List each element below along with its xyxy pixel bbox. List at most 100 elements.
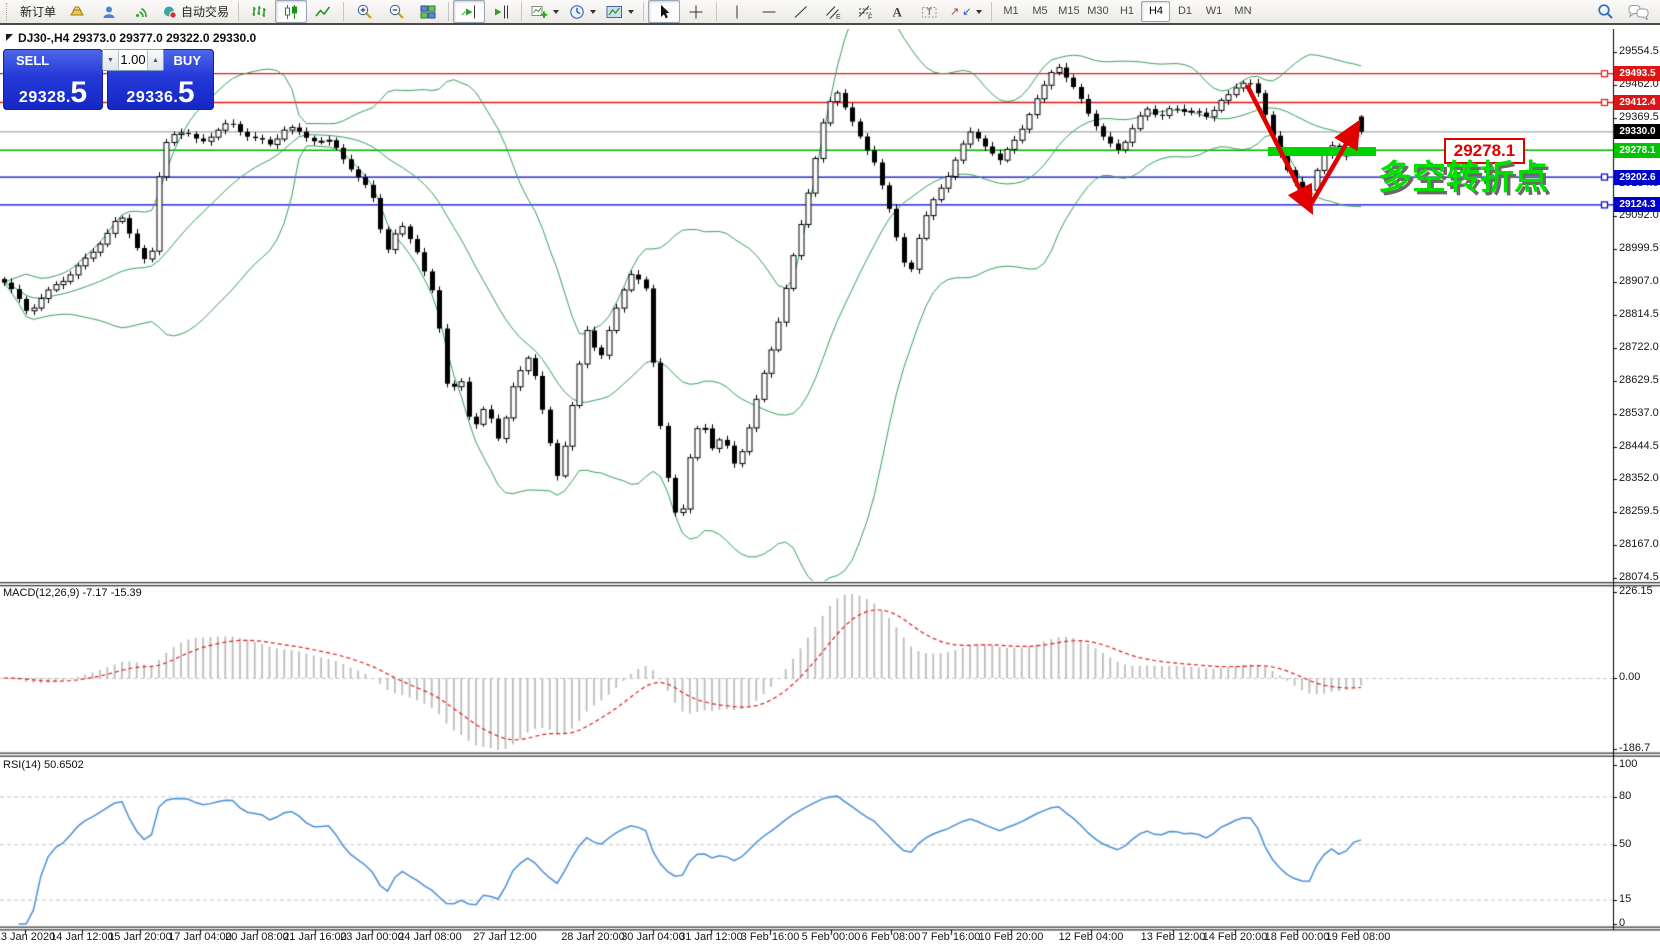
horizontal-line-tool-button[interactable] bbox=[753, 0, 785, 23]
equidistant-channel-tool-button[interactable]: E bbox=[817, 0, 849, 23]
x-axis-label: 12 Feb 04:00 bbox=[1059, 931, 1124, 943]
level-price-tag: 29278.1 bbox=[1614, 143, 1660, 158]
bar-chart-button[interactable] bbox=[243, 0, 275, 23]
macd-axis-tick: -186.7 bbox=[1619, 742, 1650, 754]
y-axis-tick: 29369.5 bbox=[1619, 111, 1659, 123]
rsi-axis-tick: 100 bbox=[1619, 758, 1637, 770]
sell-price-frac: 5 bbox=[70, 78, 87, 108]
turning-point-annotation[interactable]: 多空转折点 bbox=[1378, 150, 1548, 199]
vertical-line-tool-button[interactable] bbox=[721, 0, 753, 23]
sell-button[interactable]: SELL 29328.5 bbox=[3, 49, 103, 110]
rsi-axis-tick: 80 bbox=[1619, 790, 1631, 802]
macd-axis-tick: 226.15 bbox=[1619, 585, 1653, 597]
y-axis-tick: 28352.0 bbox=[1619, 472, 1659, 484]
timeframe-h4[interactable]: H4 bbox=[1141, 1, 1170, 22]
candlestick-chart-button[interactable] bbox=[275, 0, 307, 23]
chart-shift-button[interactable] bbox=[485, 0, 517, 23]
sell-label: SELL bbox=[16, 53, 49, 68]
arrow-down-icon: ↙ bbox=[962, 7, 971, 17]
y-axis-tick: 28722.0 bbox=[1619, 341, 1659, 353]
tile-windows-button[interactable] bbox=[412, 0, 444, 23]
x-axis-label: 21 Jan 16:00 bbox=[283, 931, 347, 943]
deposit-icon[interactable] bbox=[61, 0, 93, 23]
autotrading-label: 自动交易 bbox=[181, 3, 229, 20]
x-axis-label: 28 Jan 20:00 bbox=[561, 931, 625, 943]
timeframe-m30[interactable]: M30 bbox=[1083, 1, 1112, 22]
zoom-out-button[interactable] bbox=[380, 0, 412, 23]
new-order-button[interactable]: 新订单 bbox=[15, 0, 61, 23]
x-axis-label: 20 Jan 08:00 bbox=[225, 931, 289, 943]
indicators-button[interactable] bbox=[526, 0, 564, 23]
y-axis-tick: 28074.5 bbox=[1619, 571, 1659, 583]
crosshair-tool-button[interactable] bbox=[680, 0, 712, 23]
dropdown-arrow-icon bbox=[590, 10, 596, 14]
y-axis-tick: 28259.5 bbox=[1619, 505, 1659, 517]
y-axis-tick: 29554.5 bbox=[1619, 45, 1659, 57]
buy-price-frac: 5 bbox=[178, 78, 195, 108]
y-axis-tick: 28444.5 bbox=[1619, 440, 1659, 452]
search-icon[interactable] bbox=[1597, 3, 1614, 20]
timeframe-group: M1M5M15M30H1H4D1W1MN bbox=[996, 1, 1257, 22]
timeframe-mn[interactable]: MN bbox=[1228, 1, 1257, 22]
svg-text:A: A bbox=[893, 4, 903, 19]
x-axis-label: 31 Jan 12:00 bbox=[679, 931, 743, 943]
autotrading-button[interactable]: 自动交易 bbox=[157, 0, 234, 23]
y-axis-tick: 28907.0 bbox=[1619, 275, 1659, 287]
macd-axis-tick: 0.00 bbox=[1619, 671, 1640, 683]
main-toolbar: 新订单 自动交易 bbox=[0, 0, 1660, 25]
down-arrow-line bbox=[1247, 85, 1309, 207]
rsi-axis-tick: 15 bbox=[1619, 893, 1631, 905]
y-axis-tick: 28537.0 bbox=[1619, 407, 1659, 419]
text-label-tool-button[interactable]: T bbox=[913, 0, 945, 23]
timeframe-m1[interactable]: M1 bbox=[996, 1, 1025, 22]
x-axis-label: 30 Jan 04:00 bbox=[621, 931, 685, 943]
templates-button[interactable] bbox=[601, 0, 639, 23]
fibonacci-tool-button[interactable]: F bbox=[849, 0, 881, 23]
x-axis-label: 17 Jan 04:00 bbox=[168, 931, 232, 943]
timeframe-w1[interactable]: W1 bbox=[1199, 1, 1228, 22]
timeframe-d1[interactable]: D1 bbox=[1170, 1, 1199, 22]
line-chart-button[interactable] bbox=[307, 0, 339, 23]
new-order-label: 新订单 bbox=[20, 3, 56, 20]
dropdown-arrow-icon bbox=[628, 10, 634, 14]
timeframe-h1[interactable]: H1 bbox=[1112, 1, 1141, 22]
community-icon[interactable] bbox=[93, 0, 125, 23]
volume-increase-button[interactable]: ▲ bbox=[147, 50, 163, 70]
volume-value: 1.00 bbox=[119, 50, 147, 70]
signals-icon[interactable] bbox=[125, 0, 157, 23]
level-price-tag: 29124.3 bbox=[1614, 197, 1660, 212]
x-axis-label: 24 Jan 08:00 bbox=[398, 931, 462, 943]
buy-price: 29336.5 bbox=[107, 78, 214, 108]
toolbar-separator bbox=[643, 2, 644, 21]
arrows-tool-button[interactable]: ↗ ↙ bbox=[945, 0, 987, 23]
x-axis-label: 5 Feb 00:00 bbox=[802, 931, 861, 943]
one-click-trading-panel: SELL 29328.5 BUY 29336.5 ▼ 1.00 ▲ bbox=[3, 49, 214, 110]
trend-arrows[interactable] bbox=[1230, 75, 1375, 225]
toolbar-separator bbox=[716, 2, 717, 21]
rsi-axis-tick: 0 bbox=[1619, 917, 1625, 929]
text-tool-button[interactable]: A bbox=[881, 0, 913, 23]
dropdown-arrow-icon bbox=[976, 10, 982, 14]
volume-stepper[interactable]: ▼ 1.00 ▲ bbox=[102, 49, 164, 71]
cursor-tool-button[interactable] bbox=[648, 0, 680, 23]
x-axis-label: 14 Feb 20:00 bbox=[1203, 931, 1268, 943]
chat-icon[interactable] bbox=[1628, 4, 1650, 20]
auto-scroll-button[interactable] bbox=[453, 0, 485, 23]
y-axis-tick: 28629.5 bbox=[1619, 374, 1659, 386]
rsi-label: RSI(14) 50.6502 bbox=[3, 759, 84, 771]
y-axis-tick: 28999.5 bbox=[1619, 242, 1659, 254]
sell-price-main: 29328 bbox=[19, 89, 66, 107]
x-axis-label: 7 Feb 16:00 bbox=[922, 931, 981, 943]
x-axis-label: 19 Feb 08:00 bbox=[1326, 931, 1391, 943]
toolbar-separator bbox=[448, 2, 449, 21]
macd-label: MACD(12,26,9) -7.17 -15.39 bbox=[3, 587, 142, 599]
periods-button[interactable] bbox=[564, 0, 601, 23]
timeframe-m15[interactable]: M15 bbox=[1054, 1, 1083, 22]
dropdown-arrow-icon bbox=[553, 10, 559, 14]
trendline-tool-button[interactable] bbox=[785, 0, 817, 23]
x-axis-label: 13 Feb 12:00 bbox=[1141, 931, 1206, 943]
timeframe-m5[interactable]: M5 bbox=[1025, 1, 1054, 22]
volume-decrease-button[interactable]: ▼ bbox=[103, 50, 119, 70]
x-axis-label: 18 Feb 00:00 bbox=[1265, 931, 1330, 943]
zoom-in-button[interactable] bbox=[348, 0, 380, 23]
